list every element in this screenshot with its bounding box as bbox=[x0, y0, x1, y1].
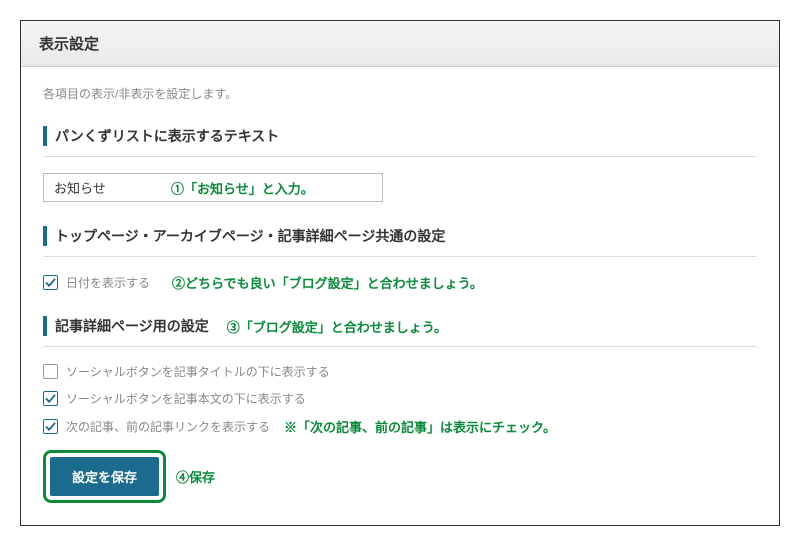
annotation-2: ②どちらでも良い「ブログ設定」と合わせましょう。 bbox=[172, 273, 483, 292]
check-icon bbox=[45, 421, 56, 432]
check-icon bbox=[45, 393, 56, 404]
checkbox-show-date[interactable] bbox=[43, 275, 58, 290]
panel-body: 各項目の表示/非表示を設定します。 パンくずリストに表示するテキスト ①「お知ら… bbox=[21, 67, 779, 525]
panel-description: 各項目の表示/非表示を設定します。 bbox=[43, 85, 757, 102]
section-common: トップページ・アーカイブページ・記事詳細ページ共通の設定 日付を表示する ②どち… bbox=[43, 226, 757, 292]
save-button[interactable]: 設定を保存 bbox=[50, 457, 159, 496]
divider bbox=[43, 256, 757, 257]
save-button-highlight: 設定を保存 bbox=[43, 450, 166, 503]
panel-header: 表示設定 bbox=[21, 21, 779, 67]
section-detail-title: 記事詳細ページ用の設定 bbox=[43, 316, 209, 336]
divider bbox=[43, 156, 757, 157]
check-icon bbox=[45, 277, 56, 288]
panel-title: 表示設定 bbox=[39, 33, 761, 54]
checkbox-prev-next-link-label: 次の記事、前の記事リンクを表示する bbox=[66, 418, 270, 435]
section-common-title: トップページ・アーカイブページ・記事詳細ページ共通の設定 bbox=[43, 226, 757, 246]
section-breadcrumb: パンくずリストに表示するテキスト ①「お知らせ」と入力。 bbox=[43, 126, 757, 202]
checkbox-social-under-body[interactable] bbox=[43, 391, 58, 406]
section-detail: 記事詳細ページ用の設定 ③「ブログ設定」と合わせましょう。 ソーシャルボタンを記… bbox=[43, 316, 757, 436]
annotation-prev-next: ※「次の記事、前の記事」は表示にチェック。 bbox=[284, 417, 556, 436]
section-breadcrumb-title: パンくずリストに表示するテキスト bbox=[43, 126, 757, 146]
checkbox-show-date-label: 日付を表示する bbox=[66, 274, 150, 291]
annotation-3: ③「ブログ設定」と合わせましょう。 bbox=[227, 317, 447, 336]
display-settings-panel: 表示設定 各項目の表示/非表示を設定します。 パンくずリストに表示するテキスト … bbox=[20, 20, 780, 526]
breadcrumb-text-input[interactable] bbox=[43, 173, 383, 202]
checkbox-social-under-body-label: ソーシャルボタンを記事本文の下に表示する bbox=[66, 390, 306, 407]
checkbox-social-under-title-label: ソーシャルボタンを記事タイトルの下に表示する bbox=[66, 363, 330, 380]
checkbox-prev-next-link[interactable] bbox=[43, 419, 58, 434]
checkbox-social-under-title[interactable] bbox=[43, 364, 58, 379]
divider bbox=[43, 346, 757, 347]
save-area: 設定を保存 ④保存 bbox=[43, 450, 757, 503]
annotation-4: ④保存 bbox=[176, 467, 215, 486]
